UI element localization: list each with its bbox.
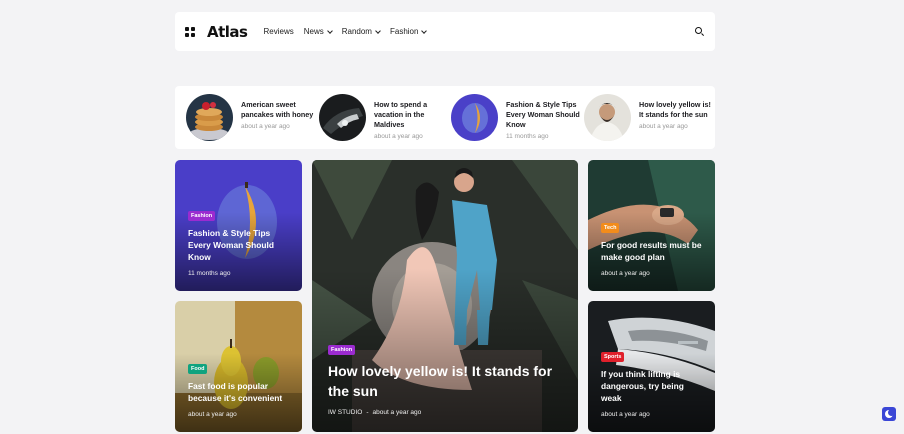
card-title[interactable]: For good results must be make good plan	[601, 239, 705, 263]
card-title[interactable]: If you think lifting is dangerous, try b…	[601, 368, 705, 404]
article-card-tech[interactable]: Tech For good results must be make good …	[588, 160, 715, 291]
strip-time: 11 months ago	[506, 133, 549, 140]
strip-time: about a year ago	[374, 133, 423, 140]
chevron-down-icon	[375, 27, 381, 34]
card-title[interactable]: Fast food is popular because it's conven…	[188, 380, 292, 404]
card-time: about a year ago	[372, 409, 422, 416]
nav-item-news[interactable]: News	[304, 27, 333, 36]
dark-mode-toggle[interactable]	[882, 407, 896, 421]
card-author[interactable]: IW STUDIO	[328, 409, 362, 416]
article-card-fashion[interactable]: Fashion Fashion & Style Tips Every Woman…	[175, 160, 302, 291]
strip-item[interactable]: How lovely yellow is! It stands for the …	[584, 94, 715, 141]
site-logo[interactable]: Atlas	[207, 23, 248, 41]
card-title[interactable]: How lovely yellow is! It stands for the …	[328, 361, 568, 401]
site-header: Atlas Reviews News Random Fashion	[175, 12, 715, 51]
strip-title[interactable]: Fashion & Style Tips Every Woman Should …	[506, 100, 582, 130]
category-badge[interactable]: Tech	[601, 223, 620, 233]
search-icon[interactable]	[695, 26, 705, 37]
chevron-down-icon	[421, 27, 428, 34]
nav-item-random[interactable]: Random	[342, 27, 381, 36]
card-time: 11 months ago	[188, 270, 231, 277]
category-badge[interactable]: Fashion	[188, 211, 216, 221]
grid-menu-icon[interactable]	[185, 26, 195, 37]
chevron-down-icon	[326, 27, 333, 34]
strip-item[interactable]: American sweet pancakes with honey about…	[186, 94, 317, 141]
trending-strip: American sweet pancakes with honey about…	[175, 86, 715, 149]
fruit-thumbnail	[451, 94, 498, 141]
strip-title[interactable]: How lovely yellow is! It stands for the …	[639, 100, 715, 120]
strip-time: about a year ago	[639, 123, 688, 130]
card-title[interactable]: Fashion & Style Tips Every Woman Should …	[188, 227, 292, 263]
strip-time: about a year ago	[241, 123, 290, 130]
article-card-food[interactable]: Food Fast food is popular because it's c…	[175, 301, 302, 432]
category-badge[interactable]: Food	[188, 364, 208, 374]
article-card-featured[interactable]: Fashion How lovely yellow is! It stands …	[312, 160, 578, 432]
card-meta: IW STUDIO - about a year ago	[328, 409, 568, 416]
strip-title[interactable]: How to spend a vacation in the Maldives	[374, 100, 450, 130]
card-time: about a year ago	[601, 270, 650, 277]
article-card-sports[interactable]: Sports If you think lifting is dangerous…	[588, 301, 715, 432]
strip-title[interactable]: American sweet pancakes with honey	[241, 100, 317, 120]
card-time: about a year ago	[188, 411, 237, 418]
nav-item-fashion[interactable]: Fashion	[390, 27, 428, 36]
man-thumbnail	[584, 94, 631, 141]
nav-item-reviews[interactable]: Reviews	[263, 27, 293, 36]
meta-separator: -	[366, 409, 369, 416]
strip-item[interactable]: How to spend a vacation in the Maldives …	[319, 94, 450, 141]
strip-item[interactable]: Fashion & Style Tips Every Woman Should …	[451, 94, 582, 141]
card-time: about a year ago	[601, 411, 650, 418]
pancakes-thumbnail	[186, 94, 233, 141]
category-badge[interactable]: Fashion	[328, 345, 356, 355]
category-badge[interactable]: Sports	[601, 352, 625, 362]
car-thumbnail	[319, 94, 366, 141]
main-nav: Reviews News Random Fashion	[263, 27, 428, 36]
